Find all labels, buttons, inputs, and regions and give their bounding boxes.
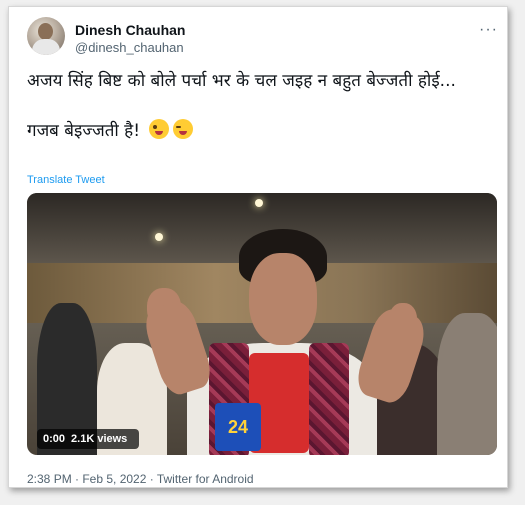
news-mic-logo: 24 — [215, 403, 261, 451]
video-player[interactable]: 24 0:00 2.1K views — [27, 193, 497, 455]
video-scene-light — [155, 233, 163, 241]
avatar-body — [32, 39, 60, 55]
video-speaker-scarf — [309, 343, 349, 455]
tweet-line-1: अजय सिंह बिष्ट को बोले पर्चा भर के चल जइ… — [27, 71, 456, 91]
video-views: 2.1K views — [71, 433, 128, 445]
more-options-icon[interactable]: ··· — [479, 21, 498, 39]
tweet-line-2: गजब बेइज्जती है! — [27, 121, 141, 141]
tweet-timestamp[interactable]: 2:38 PM · Feb 5, 2022 · Twitter for Andr… — [27, 472, 254, 486]
author-handle[interactable]: @dinesh_chauhan — [75, 40, 184, 55]
video-time: 0:00 — [43, 433, 66, 445]
video-stats-badge[interactable]: 0:00 2.1K views — [37, 429, 140, 449]
face-with-tears-of-joy-icon — [173, 119, 194, 139]
tweet-card: Dinesh Chauhan @dinesh_chauhan ··· अजय स… — [8, 6, 508, 488]
avatar-head — [38, 23, 53, 40]
video-bystander — [437, 313, 497, 455]
video-scene-light — [255, 199, 263, 207]
video-speaker-face — [249, 253, 317, 345]
translate-tweet-link[interactable]: Translate Tweet — [27, 174, 105, 186]
tweet-text: अजय सिंह बिष्ट को बोले पर्चा भर के चल जइ… — [27, 69, 497, 144]
author-name[interactable]: Dinesh Chauhan — [75, 22, 185, 38]
winking-face-with-tongue-icon — [149, 119, 170, 139]
avatar[interactable] — [27, 17, 65, 55]
